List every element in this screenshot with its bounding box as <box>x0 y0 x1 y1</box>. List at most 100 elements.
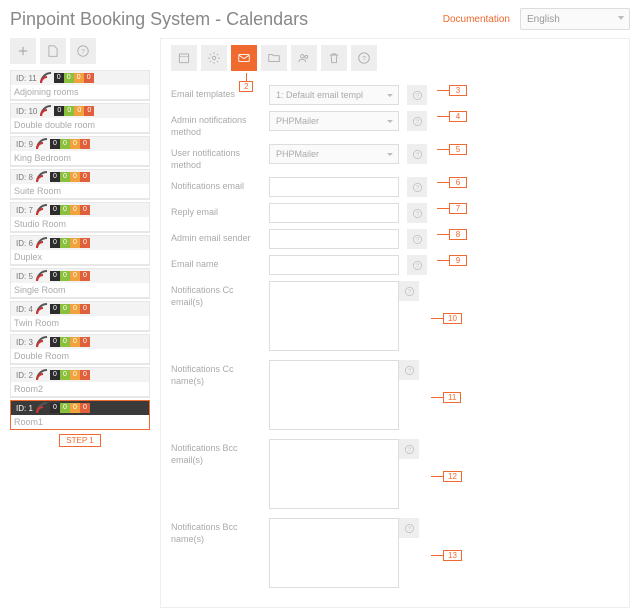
calendar-item[interactable]: ID: 11 0000 Adjoining rooms <box>10 70 150 101</box>
calendar-list: ID: 11 0000 Adjoining rooms ID: 10 0000 … <box>10 70 150 430</box>
status-pills: 0000 <box>50 304 90 314</box>
calendar-name: Twin Room <box>11 316 149 330</box>
folder-icon <box>267 51 281 65</box>
calendar-item[interactable]: ID: 3 0000 Double Room <box>10 334 150 365</box>
cc_emails-label: Notifications Cc email(s) <box>171 281 261 308</box>
field-help-button[interactable]: ? <box>407 144 427 164</box>
calendar-id: ID: 3 <box>13 338 36 347</box>
add-calendar-button[interactable] <box>10 38 36 64</box>
field-help-button[interactable]: ? <box>399 281 419 301</box>
field-help-button[interactable]: ? <box>407 85 427 105</box>
status-pills: 0000 <box>50 205 90 215</box>
bcc_names-textarea[interactable] <box>269 518 399 588</box>
email_templates-select[interactable]: 1: Default email templ <box>269 85 399 105</box>
help-icon: ? <box>412 182 423 193</box>
field-help-button[interactable]: ? <box>399 518 419 538</box>
status-pills: 0000 <box>50 271 90 281</box>
reply_email-label: Reply email <box>171 203 261 218</box>
callout-10: 10 <box>431 313 462 324</box>
calendar-name: Double double room <box>11 118 149 132</box>
calendar-item[interactable]: ID: 1 0000 Room1 <box>10 400 150 430</box>
calendar-name: Room2 <box>11 382 149 396</box>
toolbar-users-button[interactable] <box>291 45 317 71</box>
toolbar-calendar-button[interactable] <box>171 45 197 71</box>
callout-11: 11 <box>431 392 461 403</box>
reply_email-input[interactable] <box>269 203 399 223</box>
bcc_names-label: Notifications Bcc name(s) <box>171 518 261 545</box>
calendar-id: ID: 7 <box>13 206 36 215</box>
calendar-id: ID: 6 <box>13 239 36 248</box>
status-pills: 0000 <box>54 73 94 83</box>
help-icon: ? <box>357 51 371 65</box>
help-icon: ? <box>412 116 423 127</box>
svg-text:?: ? <box>416 93 419 99</box>
svg-text:?: ? <box>408 447 411 453</box>
toolbar-gear-button[interactable] <box>201 45 227 71</box>
callout-13: 13 <box>431 550 462 561</box>
email_templates-value: 1: Default email templ <box>276 90 363 100</box>
user_notify-label: User notifications method <box>171 144 261 171</box>
bcc_emails-textarea[interactable] <box>269 439 399 509</box>
svg-text:?: ? <box>81 48 85 55</box>
calendar-name: King Bedroom <box>11 151 149 165</box>
toolbar-folder-button[interactable] <box>261 45 287 71</box>
admin_notify-select[interactable]: PHPMailer <box>269 111 399 131</box>
users-icon <box>297 51 311 65</box>
mail-icon <box>237 51 251 65</box>
callout-4: 4 <box>437 111 467 122</box>
field-help-button[interactable]: ? <box>407 255 427 275</box>
calendar-id: ID: 4 <box>13 305 36 314</box>
gear-icon <box>207 51 221 65</box>
notify_email-input[interactable] <box>269 177 399 197</box>
svg-text:?: ? <box>408 289 411 295</box>
toolbar-mail-button[interactable] <box>231 45 257 71</box>
user_notify-value: PHPMailer <box>276 149 319 159</box>
language-select[interactable]: English <box>520 8 630 30</box>
field-help-button[interactable]: ? <box>407 177 427 197</box>
bcc_emails-label: Notifications Bcc email(s) <box>171 439 261 466</box>
help-button[interactable]: ? <box>70 38 96 64</box>
field-help-button[interactable]: ? <box>407 229 427 249</box>
callout-9: 9 <box>437 255 467 266</box>
svg-text:?: ? <box>408 368 411 374</box>
field-help-button[interactable]: ? <box>407 203 427 223</box>
help-icon: ? <box>404 523 415 534</box>
export-button[interactable] <box>40 38 66 64</box>
cc_emails-textarea[interactable] <box>269 281 399 351</box>
calendar-item[interactable]: ID: 4 0000 Twin Room <box>10 301 150 332</box>
calendar-item[interactable]: ID: 5 0000 Single Room <box>10 268 150 299</box>
email_name-input[interactable] <box>269 255 399 275</box>
help-icon: ? <box>412 234 423 245</box>
calendar-item[interactable]: ID: 10 0000 Double double room <box>10 103 150 134</box>
svg-text:?: ? <box>408 526 411 532</box>
admin_notify-label: Admin notifications method <box>171 111 261 138</box>
toolbar-trash-button[interactable] <box>321 45 347 71</box>
chevron-down-icon <box>387 153 393 156</box>
calendar-item[interactable]: ID: 6 0000 Duplex <box>10 235 150 266</box>
calendar-name: Adjoining rooms <box>11 85 149 99</box>
export-icon <box>46 44 60 58</box>
calendar-item[interactable]: ID: 8 0000 Suite Room <box>10 169 150 200</box>
calendar-item[interactable]: ID: 7 0000 Studio Room <box>10 202 150 233</box>
calendar-id: ID: 11 <box>13 74 40 83</box>
chevron-down-icon <box>387 94 393 97</box>
calendar-item[interactable]: ID: 2 0000 Room2 <box>10 367 150 398</box>
field-help-button[interactable]: ? <box>399 439 419 459</box>
cc_names-textarea[interactable] <box>269 360 399 430</box>
toolbar-help-button[interactable]: ? <box>351 45 377 71</box>
calendar-item[interactable]: ID: 9 0000 King Bedroom <box>10 136 150 167</box>
callout-5: 5 <box>437 144 467 155</box>
user_notify-select[interactable]: PHPMailer <box>269 144 399 164</box>
documentation-link[interactable]: Documentation <box>443 14 510 25</box>
calendar-name: Studio Room <box>11 217 149 231</box>
status-pills: 0000 <box>50 370 90 380</box>
admin_sender-input[interactable] <box>269 229 399 249</box>
status-pills: 0000 <box>50 172 90 182</box>
field-help-button[interactable]: ? <box>407 111 427 131</box>
language-value: English <box>527 14 560 25</box>
calendar-id: ID: 8 <box>13 173 36 182</box>
callout-3: 3 <box>437 85 467 96</box>
field-help-button[interactable]: ? <box>399 360 419 380</box>
notify_email-label: Notifications email <box>171 177 261 192</box>
page-title: Pinpoint Booking System - Calendars <box>10 9 308 30</box>
